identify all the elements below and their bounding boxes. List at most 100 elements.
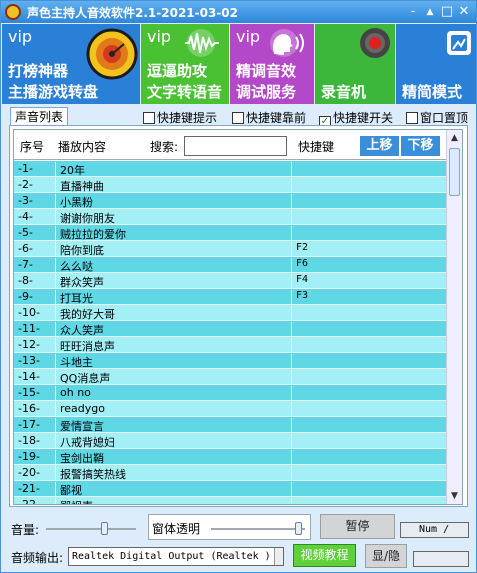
table-row[interactable]: -2- 直播神曲 bbox=[14, 177, 447, 193]
close-button[interactable]: ✕ bbox=[456, 4, 472, 20]
audio-output-select[interactable]: Realtek Digital Output (Realtek ) bbox=[68, 547, 284, 566]
tile-line1: 精调音效 bbox=[236, 62, 297, 80]
feature-banner: vip 打榜神器 主播游戏转盘 vip 逗逼助攻 文字转语音 vip 精调音效 … bbox=[2, 24, 476, 104]
table-row[interactable]: -1- 20年 bbox=[14, 161, 447, 177]
game-wheel-tile[interactable]: vip 打榜神器 主播游戏转盘 bbox=[2, 24, 140, 104]
table-row[interactable]: -6- 陪你到底 F2 bbox=[14, 241, 447, 257]
table-row[interactable]: -14- QQ消息声 bbox=[14, 369, 447, 385]
table-row[interactable]: -3- 小黑粉 bbox=[14, 193, 447, 209]
tuning-service-tile[interactable]: vip 精调音效 调试服务 bbox=[230, 24, 314, 104]
tile-line1: 打榜神器 bbox=[8, 62, 69, 80]
row-content: 宝剑出鞘 bbox=[56, 450, 292, 465]
row-content: QQ消息声 bbox=[56, 370, 292, 385]
checkbox-label: 窗口置顶 bbox=[420, 111, 469, 125]
chevron-down-icon[interactable] bbox=[274, 548, 283, 565]
table-row[interactable]: -17- 爱情宣言 bbox=[14, 417, 447, 433]
title-bar[interactable]: 声色主持人音效软件2.1-2021-03-02 - ▲ □ ✕ bbox=[1, 1, 476, 23]
row-content: 小黑粉 bbox=[56, 194, 292, 209]
main-window: 声色主持人音效软件2.1-2021-03-02 - ▲ □ ✕ vip 打榜神器… bbox=[0, 0, 477, 573]
row-index: -9- bbox=[18, 290, 56, 305]
transparency-panel: 窗体透明 bbox=[148, 514, 311, 540]
vertical-scrollbar[interactable]: ▲ ▼ bbox=[446, 130, 462, 504]
table-row[interactable]: -22-鄙视声 bbox=[14, 497, 447, 504]
table-row[interactable]: -18- 八戒背媳妇 bbox=[14, 433, 447, 449]
transparency-slider[interactable] bbox=[211, 528, 305, 530]
row-content: 旺旺消息声 bbox=[56, 338, 292, 353]
row-hotkey: F6 bbox=[296, 258, 309, 269]
row-hotkey: F3 bbox=[296, 290, 309, 301]
pause-button[interactable]: 暂停 bbox=[320, 514, 395, 539]
table-row[interactable]: -12- 旺旺消息声 bbox=[14, 337, 447, 353]
table-row[interactable]: -10- 我的好大哥 bbox=[14, 305, 447, 321]
table-row[interactable]: -5- 贼拉拉的爱你 bbox=[14, 225, 447, 241]
row-content: 报警搞笑热线 bbox=[56, 466, 292, 481]
scroll-down-icon[interactable]: ▼ bbox=[447, 488, 462, 504]
volume-slider[interactable] bbox=[46, 528, 136, 530]
table-row[interactable]: -19- 宝剑出鞘 bbox=[14, 449, 447, 465]
minimize-button[interactable]: - bbox=[405, 4, 421, 20]
row-index: -10- bbox=[18, 306, 56, 321]
table-row[interactable]: -20- 报警搞笑热线 bbox=[14, 465, 447, 481]
checkbox-box bbox=[406, 112, 418, 124]
video-tutorial-button[interactable]: 视频教程 bbox=[293, 544, 356, 567]
column-content: 播放内容 bbox=[58, 140, 107, 154]
move-up-button[interactable]: 上移 bbox=[360, 136, 399, 156]
row-content: 鄙视 bbox=[56, 482, 292, 497]
volume-slider-knob[interactable] bbox=[101, 522, 108, 535]
search-input[interactable] bbox=[184, 136, 287, 156]
table-row[interactable]: -15- oh no bbox=[14, 385, 447, 401]
checkbox-label: 快捷键提示 bbox=[157, 111, 218, 125]
status-indicator: Num / bbox=[400, 522, 469, 538]
table-row[interactable]: -7- 么么哒 F6 bbox=[14, 257, 447, 273]
row-index: -3- bbox=[18, 194, 56, 209]
row-index: -20- bbox=[18, 466, 56, 481]
move-down-button[interactable]: 下移 bbox=[401, 136, 440, 156]
table-row[interactable]: -9- 打耳光 F3 bbox=[14, 289, 447, 305]
checkbox-label: 快捷键开关 bbox=[333, 111, 394, 125]
row-index: -11- bbox=[18, 322, 56, 337]
row-content: 20年 bbox=[56, 162, 292, 177]
table-row[interactable]: -13- 斗地主 bbox=[14, 353, 447, 369]
vip-badge: vip bbox=[8, 27, 33, 46]
sound-list-panel: 序号 播放内容 搜索: 快捷键 上移 下移 -1- 20年 -2- 直播神曲 -3- 小黑… bbox=[9, 125, 468, 507]
table-row[interactable]: -8- 群众笑声 F4 bbox=[14, 273, 447, 289]
compact-mode-icon bbox=[447, 31, 471, 55]
always-on-top-checkbox[interactable]: 窗口置顶 bbox=[406, 109, 468, 125]
tile-line2: 录音机 bbox=[321, 83, 367, 101]
row-content: 打耳光 bbox=[56, 290, 292, 305]
table-row[interactable]: -11- 众人笑声 bbox=[14, 321, 447, 337]
compact-mode-tile[interactable]: 精简模式 bbox=[396, 24, 476, 104]
row-content: 直播神曲 bbox=[56, 178, 292, 193]
row-content: 陪你到底 bbox=[56, 242, 292, 257]
row-content: 贼拉拉的爱你 bbox=[56, 226, 292, 241]
search-label: 搜索: bbox=[150, 140, 179, 154]
scroll-up-icon[interactable]: ▲ bbox=[447, 130, 462, 146]
hotkey-first-checkbox[interactable]: 快捷键靠前 bbox=[232, 109, 306, 125]
hotkey-tip-checkbox[interactable]: 快捷键提示 bbox=[143, 109, 217, 125]
show-hide-button[interactable]: 显/隐 bbox=[365, 544, 407, 568]
tab-sound-list[interactable]: 声音列表 bbox=[10, 107, 68, 127]
waveform-icon bbox=[185, 29, 219, 57]
tile-line2: 文字转语音 bbox=[147, 83, 223, 101]
row-content: 斗地主 bbox=[56, 354, 292, 369]
volume-label: 音量: bbox=[11, 523, 40, 537]
table-row[interactable]: -4- 谢谢你朋友 bbox=[14, 209, 447, 225]
table-row[interactable]: -21- 鄙视 bbox=[14, 481, 447, 497]
maximize-button[interactable]: □ bbox=[439, 4, 455, 20]
restore-button[interactable]: ▲ bbox=[422, 4, 438, 20]
text-to-speech-tile[interactable]: vip 逗逼助攻 文字转语音 bbox=[141, 24, 229, 104]
recorder-tile[interactable]: 录音机 bbox=[315, 24, 395, 104]
row-index: -21- bbox=[18, 482, 56, 497]
row-index: -5- bbox=[18, 226, 56, 241]
checkbox-box bbox=[143, 112, 155, 124]
vip-badge: vip bbox=[236, 27, 261, 46]
row-index: -17- bbox=[18, 418, 56, 433]
transparency-slider-knob[interactable] bbox=[295, 522, 302, 535]
sound-list[interactable]: 序号 播放内容 搜索: 快捷键 上移 下移 -1- 20年 -2- 直播神曲 -3- 小黑… bbox=[13, 129, 463, 505]
row-index: -2- bbox=[18, 178, 56, 193]
scroll-thumb[interactable] bbox=[449, 148, 460, 196]
row-content: 众人笑声 bbox=[56, 322, 292, 337]
hotkey-switch-checkbox[interactable]: ✓ 快捷键开关 bbox=[319, 109, 394, 128]
table-row[interactable]: -16- readygo bbox=[14, 401, 447, 417]
row-content: 鄙视声 bbox=[56, 498, 292, 504]
